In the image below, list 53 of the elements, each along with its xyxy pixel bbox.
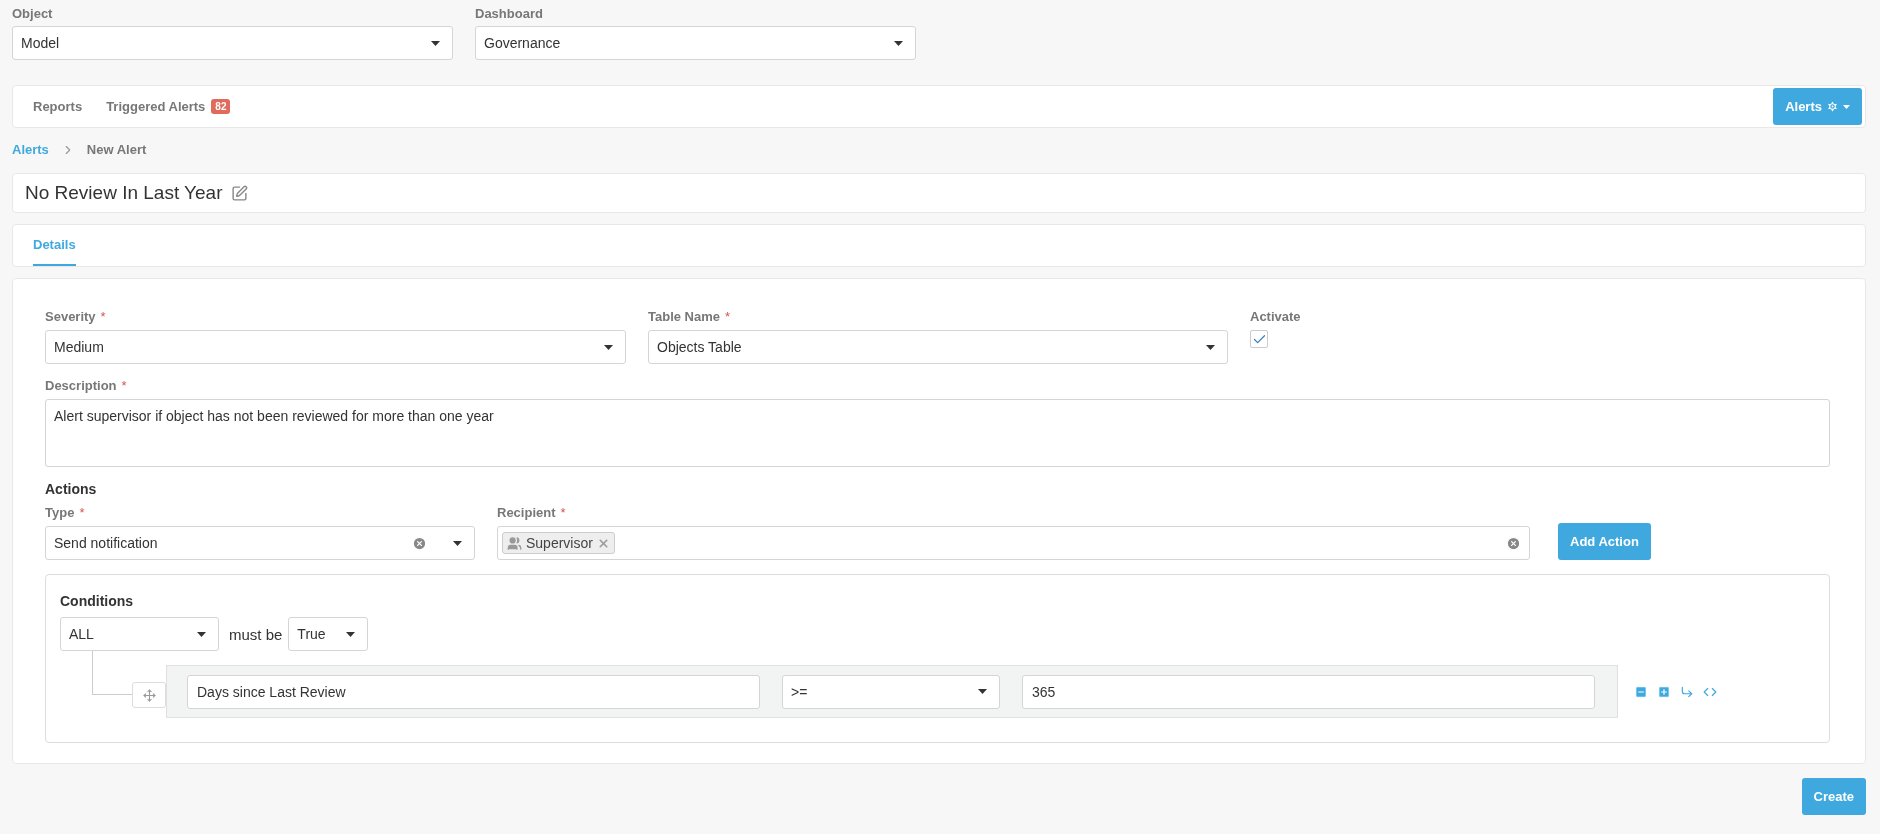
field-label: Description (45, 378, 117, 393)
caret-icon (604, 344, 613, 350)
field-label: Table Name (648, 309, 720, 324)
field-label: Severity (45, 309, 96, 324)
description-field[interactable]: Alert supervisor if object has not been reviewed for more than one year (45, 399, 1830, 467)
edit-icon[interactable] (230, 184, 248, 202)
nav-tab[interactable]: Triggered Alerts 82 (106, 95, 231, 118)
operator-select[interactable]: >= (782, 674, 1000, 709)
breadcrumb-current: New Alert (86, 142, 147, 157)
count-badge: 82 (211, 99, 231, 114)
connector-text: must be (229, 625, 283, 643)
required-mark: * (725, 309, 731, 324)
corner-arrow-icon[interactable] (1680, 685, 1694, 699)
table-name-select[interactable]: Objects Table (648, 330, 1228, 364)
field-label: Type (45, 505, 75, 520)
users-icon (507, 535, 522, 551)
code-icon[interactable] (1703, 685, 1717, 699)
filter-select[interactable]: Model (12, 26, 453, 60)
severity-select[interactable]: Medium (45, 330, 626, 364)
caret-icon (894, 40, 903, 46)
required-mark: * (121, 378, 127, 393)
caret-icon (197, 631, 206, 637)
settings-icon (1826, 100, 1839, 113)
clear-icon[interactable] (1506, 535, 1521, 551)
result-select[interactable]: True (288, 617, 369, 651)
caret-icon (453, 540, 462, 546)
required-mark: * (79, 505, 85, 520)
filter-label: Dashboard (475, 6, 544, 21)
required-mark: * (100, 309, 106, 324)
clear-icon[interactable] (412, 535, 427, 551)
filter-select[interactable]: Governance (475, 26, 916, 60)
rule-value-input[interactable]: 365 (1021, 674, 1595, 709)
caret-icon (1206, 344, 1215, 350)
filter-label: Object (12, 6, 54, 21)
rule-field-input[interactable]: Days since Last Review (187, 674, 760, 709)
field-label: Activate (1250, 309, 1301, 324)
recipient-tag: Supervisor (502, 532, 615, 554)
caret-icon (1843, 104, 1850, 109)
caret-icon (431, 40, 440, 46)
caret-icon (346, 631, 356, 637)
alert-title: No Review In Last Year (25, 182, 223, 204)
remove-icon[interactable] (596, 536, 610, 550)
field-label: Recipient (497, 505, 556, 520)
required-mark: * (560, 505, 566, 520)
combinator-select[interactable]: ALL (60, 617, 219, 651)
section-title: Conditions (60, 593, 135, 609)
section-title: Actions (45, 481, 98, 497)
recipient-field[interactable]: Supervisor (497, 526, 1530, 560)
type-select[interactable]: Send notification (45, 526, 475, 560)
nav-tab[interactable]: Reports (33, 95, 83, 118)
caret-icon (977, 689, 987, 694)
activate-checkbox[interactable] (1250, 330, 1268, 348)
move-handle[interactable] (132, 682, 166, 708)
